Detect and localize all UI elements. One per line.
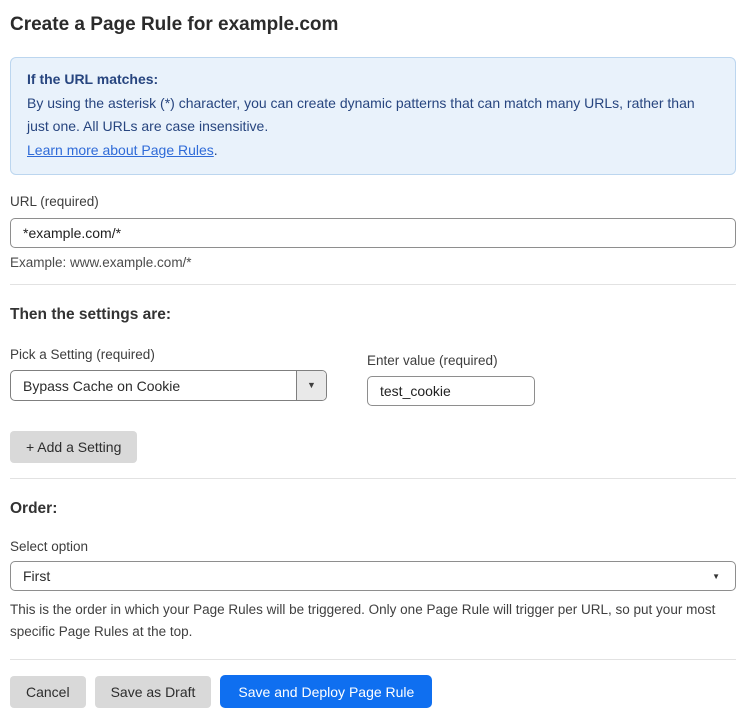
setting-dropdown-value: Bypass Cache on Cookie [11,371,296,400]
dropdown-arrow-button[interactable]: ▼ [296,371,326,400]
footer-actions: Cancel Save as Draft Save and Deploy Pag… [10,675,736,708]
url-label: URL (required) [10,194,736,210]
divider-order-footer [10,659,736,660]
info-box-body: By using the asterisk (*) character, you… [27,92,719,139]
order-helper-text: This is the order in which your Page Rul… [10,599,736,643]
order-select[interactable]: First ▼ [10,561,736,591]
order-select-label: Select option [10,539,736,555]
add-setting-button[interactable]: + Add a Setting [10,431,137,463]
value-column: Enter value (required) [367,353,535,406]
save-deploy-button[interactable]: Save and Deploy Page Rule [220,675,432,708]
learn-more-link[interactable]: Learn more about Page Rules [27,142,214,158]
select-chevron-down-icon: ▼ [712,572,720,581]
link-period: . [214,142,218,158]
divider-settings-order [10,478,736,479]
setting-dropdown[interactable]: Bypass Cache on Cookie ▼ [10,370,327,401]
order-select-value: First [23,568,50,584]
page-title: Create a Page Rule for example.com [10,12,736,37]
info-box-heading: If the URL matches: [27,68,719,92]
chevron-down-icon: ▼ [307,381,316,390]
setting-label: Pick a Setting (required) [10,347,327,363]
save-draft-button[interactable]: Save as Draft [95,676,212,708]
url-input[interactable] [10,218,736,248]
cancel-button[interactable]: Cancel [10,676,86,708]
setting-column: Pick a Setting (required) Bypass Cache o… [10,347,327,406]
order-heading: Order: [10,500,736,518]
url-example-helper: Example: www.example.com/* [10,255,736,270]
setting-value-input[interactable] [367,376,535,406]
create-page-rule-form: Create a Page Rule for example.com If th… [0,12,750,708]
settings-heading: Then the settings are: [10,306,736,324]
divider-url-settings [10,284,736,285]
settings-row: Pick a Setting (required) Bypass Cache o… [10,347,736,406]
url-match-info-box: If the URL matches: By using the asteris… [10,57,736,175]
info-box-link-line: Learn more about Page Rules. [27,139,719,163]
value-label: Enter value (required) [367,353,535,369]
